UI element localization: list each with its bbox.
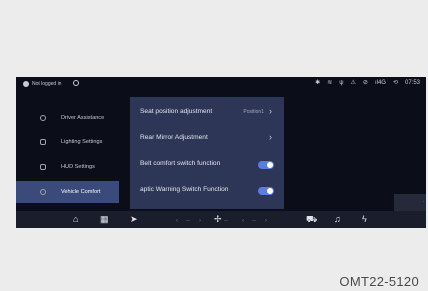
bluetooth-icon: ✱ <box>315 80 321 86</box>
sidebar-item-label: Lighting Settings <box>61 139 103 145</box>
sidebar-item-lighting-settings[interactable]: Lighting Settings <box>16 131 119 153</box>
hud-icon <box>40 164 46 170</box>
sidebar-item-hud-settings[interactable]: HUD Settings <box>16 156 119 178</box>
compass-icon <box>73 80 79 86</box>
warning-icon: ⚠ <box>350 80 356 86</box>
login-status[interactable]: Not logged in <box>32 81 61 87</box>
left-temp-decrease[interactable]: ‹ <box>176 216 178 226</box>
side-dot: · <box>422 199 424 205</box>
settings-panel: Seat position adjustment Position1 › Rea… <box>130 97 284 209</box>
home-icon[interactable]: ⌂ <box>73 214 78 224</box>
belt-comfort-row: Belt comfort switch function <box>130 151 284 177</box>
wireless-icon: ⟲ <box>392 80 398 86</box>
music-icon[interactable]: ♫ <box>334 214 341 224</box>
haptic-warning-row: aptic Warning Switch Function <box>130 177 284 203</box>
right-temp-increase[interactable]: › <box>265 216 267 226</box>
steering-icon <box>40 115 46 121</box>
wifi-icon: ≋ <box>327 80 333 86</box>
apps-icon[interactable]: ▦ <box>100 214 109 224</box>
right-temp-decrease[interactable]: ‹ <box>242 216 244 226</box>
sidebar-item-label: Driver Assistance <box>61 115 105 121</box>
rear-mirror-row[interactable]: Rear Mirror Adjustment › <box>130 125 284 151</box>
row-label: Rear Mirror Adjustment <box>140 134 208 141</box>
network-label: 4G <box>377 80 386 86</box>
clock: 07:53 <box>404 80 420 86</box>
status-icons: ✱ ≋ ψ ⚠ ⊘ ıl4G ⟲ 07:53 <box>315 80 420 87</box>
comfort-icon <box>40 189 46 195</box>
user-icon[interactable] <box>23 81 29 87</box>
sidebar-item-label: Vehicle Comfort <box>61 189 101 195</box>
navigation-icon[interactable]: ➤ <box>130 214 138 224</box>
signal-icon: ψ <box>339 80 344 86</box>
fan-level: -- <box>224 218 228 224</box>
light-icon <box>40 139 46 145</box>
energy-icon[interactable]: ϟ <box>362 214 367 224</box>
fan-icon[interactable]: ✢ <box>214 214 222 225</box>
seat-position-row[interactable]: Seat position adjustment Position1 › <box>130 99 284 125</box>
row-label: Belt comfort switch function <box>140 160 221 167</box>
sidebar-item-driver-assistance[interactable]: Driver Assistance <box>16 107 119 129</box>
sidebar: Driver Assistance Lighting Settings HUD … <box>16 99 119 211</box>
toggle-knob <box>267 162 273 168</box>
figure-caption: OMT22-5120 <box>339 274 419 289</box>
left-temp: -- <box>186 218 190 224</box>
row-label: aptic Warning Switch Function <box>140 186 229 193</box>
status-bar: Not logged in ✱ ≋ ψ ⚠ ⊘ ıl4G ⟲ 07:53 <box>16 77 426 91</box>
right-temp: -- <box>252 218 256 224</box>
car-display: Not logged in ✱ ≋ ψ ⚠ ⊘ ıl4G ⟲ 07:53 Dri… <box>16 77 426 228</box>
bottom-dock: ⌂ ▦ ➤ ‹ -- › ✢ -- ‹ -- › ⛟ ♫ ϟ <box>16 211 426 228</box>
toggle-knob <box>267 188 273 194</box>
sidebar-item-vehicle-comfort[interactable]: Vehicle Comfort <box>16 181 119 203</box>
network-indicator: ıl4G <box>374 80 386 86</box>
belt-comfort-toggle[interactable] <box>258 161 274 169</box>
row-label: Seat position adjustment <box>140 108 213 115</box>
row-value: Position1 <box>243 109 264 115</box>
mute-icon: ⊘ <box>362 80 368 86</box>
haptic-warning-toggle[interactable] <box>258 187 274 195</box>
sidebar-item-label: HUD Settings <box>61 164 95 170</box>
chevron-right-icon: › <box>269 106 272 116</box>
car-icon[interactable]: ⛟ <box>306 214 317 224</box>
chevron-right-icon: › <box>269 132 272 142</box>
left-temp-increase[interactable]: › <box>199 216 201 226</box>
